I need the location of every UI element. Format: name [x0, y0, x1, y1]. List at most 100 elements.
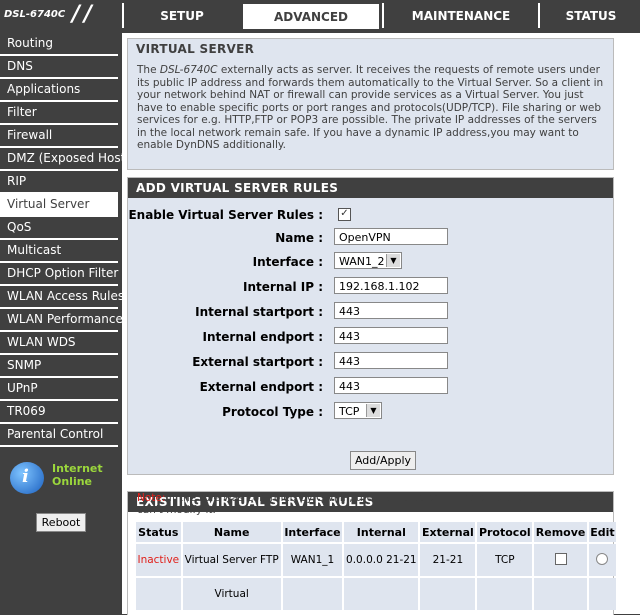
logo-slash-icon: /	[84, 2, 93, 27]
column-header: Status	[136, 522, 181, 542]
chevron-down-icon: ▼	[386, 254, 400, 267]
sidebar-item-qos[interactable]: QoS	[0, 217, 118, 240]
external-end-label: External endport :	[199, 380, 323, 394]
interface-row: Interface : WAN1_2 ▼	[122, 252, 607, 272]
remove-cell	[534, 544, 587, 576]
top-nav-bar: DSL-6740C / / SETUP ADVANCED MAINTENANCE…	[0, 0, 640, 30]
interface-cell	[282, 578, 343, 610]
reboot-button[interactable]: Reboot	[36, 513, 86, 532]
enable-label: Enable Virtual Server Rules :	[128, 208, 323, 222]
interface-label: Interface :	[252, 255, 323, 269]
add-apply-button[interactable]: Add/Apply	[350, 451, 416, 470]
status-line-2: Online	[52, 475, 93, 488]
internal-start-row: Internal startport : 443	[122, 302, 607, 322]
interface-value: WAN1_2	[339, 255, 385, 268]
description: The DSL-6740C externally acts as server.…	[128, 59, 613, 152]
section-title: VIRTUAL SERVER	[128, 39, 613, 59]
column-header: Edit	[588, 522, 616, 542]
internal-end-input[interactable]: 443	[334, 327, 448, 344]
internal-ip-label: Internal IP :	[243, 280, 323, 294]
external-cell: 21-21	[420, 544, 476, 576]
sidebar-item-wlan-wds[interactable]: WLAN WDS	[0, 332, 118, 355]
globe-info-icon: i	[10, 462, 44, 494]
internal-ip-input[interactable]: 192.168.1.102	[334, 277, 448, 294]
desc-body: externally acts as server. It receives t…	[137, 64, 604, 151]
sidebar-item-routing[interactable]: Routing	[0, 33, 118, 56]
sidebar-item-snmp[interactable]: SNMP	[0, 355, 118, 378]
sidebar-item-rip[interactable]: RIP	[0, 171, 118, 194]
sidebar-item-applications[interactable]: Applications	[0, 79, 118, 102]
column-header: Internal	[344, 522, 419, 542]
sidebar-item-upnp[interactable]: UPnP	[0, 378, 118, 401]
name-label: Name :	[275, 231, 323, 245]
protocol-value: TCP	[339, 405, 360, 418]
column-header: Remove	[534, 522, 587, 542]
name-cell: Virtual	[182, 578, 281, 610]
sidebar: Routing DNS Applications Filter Firewall…	[0, 33, 130, 447]
external-end-row: External endport : 443	[122, 377, 607, 397]
protocol-cell: TCP	[477, 544, 533, 576]
chevron-down-icon: ▼	[366, 404, 380, 417]
section-title: ADD VIRTUAL SERVER RULES	[128, 178, 613, 198]
table-header-row: Status Name Interface Internal External …	[136, 522, 616, 542]
logo-slash-icon: /	[72, 2, 81, 27]
enable-row: Enable Virtual Server Rules : ✓	[122, 205, 607, 225]
tab-label: STATUS	[565, 9, 617, 23]
interface-select[interactable]: WAN1_2 ▼	[334, 252, 402, 269]
external-start-input[interactable]: 443	[334, 352, 448, 369]
internal-end-label: Internal endport :	[202, 330, 323, 344]
protocol-label: Protocol Type :	[222, 405, 323, 419]
sidebar-item-firewall[interactable]: Firewall	[0, 125, 118, 148]
edit-radio[interactable]	[596, 552, 609, 565]
tab-maintenance[interactable]: MAINTENANCE	[382, 3, 538, 28]
desc-prefix: The	[137, 64, 160, 76]
internet-status-text: Internet Online	[52, 462, 103, 488]
tab-setup[interactable]: SETUP	[122, 3, 240, 28]
status-line-1: Internet	[52, 462, 103, 475]
table-row: Virtual	[136, 578, 616, 610]
external-end-input[interactable]: 443	[334, 377, 448, 394]
external-start-row: External startport : 443	[122, 352, 607, 372]
sidebar-item-tr069[interactable]: TR069	[0, 401, 118, 424]
name-row: Name : OpenVPN	[122, 228, 607, 248]
rules-table: Status Name Interface Internal External …	[134, 520, 618, 612]
sidebar-item-dns[interactable]: DNS	[0, 56, 118, 79]
internal-start-input[interactable]: 443	[334, 302, 448, 319]
sidebar-item-wlan-performance[interactable]: WLAN Performance	[0, 309, 123, 332]
note-key: Note:	[137, 492, 166, 504]
name-input[interactable]: OpenVPN	[334, 228, 448, 245]
protocol-select[interactable]: TCP ▼	[334, 402, 382, 419]
enable-checkbox[interactable]: ✓	[338, 208, 351, 221]
external-start-label: External startport :	[192, 355, 323, 369]
column-header: Protocol	[477, 522, 533, 542]
remove-cell	[534, 578, 587, 610]
tab-advanced[interactable]: ADVANCED	[242, 3, 380, 30]
edit-cell	[588, 578, 616, 610]
sidebar-item-filter[interactable]: Filter	[0, 102, 118, 125]
model-name: DSL-6740C	[4, 9, 66, 20]
external-cell	[420, 578, 476, 610]
sidebar-item-virtual-server[interactable]: Virtual Server	[0, 194, 118, 217]
internal-cell	[344, 578, 419, 610]
cwmp-note: Note: If the rule was controled by CWMP,…	[137, 492, 617, 516]
sidebar-item-multicast[interactable]: Multicast	[0, 240, 118, 263]
sidebar-item-dmz[interactable]: DMZ (Exposed Host)	[0, 148, 130, 171]
tab-label: ADVANCED	[273, 10, 348, 24]
sidebar-item-dhcp-option-filter[interactable]: DHCP Option Filter	[0, 263, 118, 286]
internal-end-row: Internal endport : 443	[122, 327, 607, 347]
sidebar-item-parental-control[interactable]: Parental Control	[0, 424, 118, 447]
remove-checkbox[interactable]	[554, 552, 567, 565]
tab-status[interactable]: STATUS	[538, 3, 640, 28]
tab-label: MAINTENANCE	[411, 9, 511, 23]
internal-ip-row: Internal IP : 192.168.1.102	[122, 277, 607, 297]
column-header: External	[420, 522, 476, 542]
protocol-cell	[477, 578, 533, 610]
sidebar-item-wlan-access-rules[interactable]: WLAN Access Rules	[0, 286, 124, 309]
internet-status: i Internet Online	[0, 462, 118, 506]
edit-cell	[588, 544, 616, 576]
protocol-row: Protocol Type : TCP ▼	[122, 402, 607, 422]
internal-cell: 0.0.0.0 21-21	[344, 544, 419, 576]
column-header: Interface	[282, 522, 343, 542]
virtual-server-info: VIRTUAL SERVER The DSL-6740C externally …	[127, 38, 614, 170]
status-cell: Inactive	[136, 544, 181, 576]
